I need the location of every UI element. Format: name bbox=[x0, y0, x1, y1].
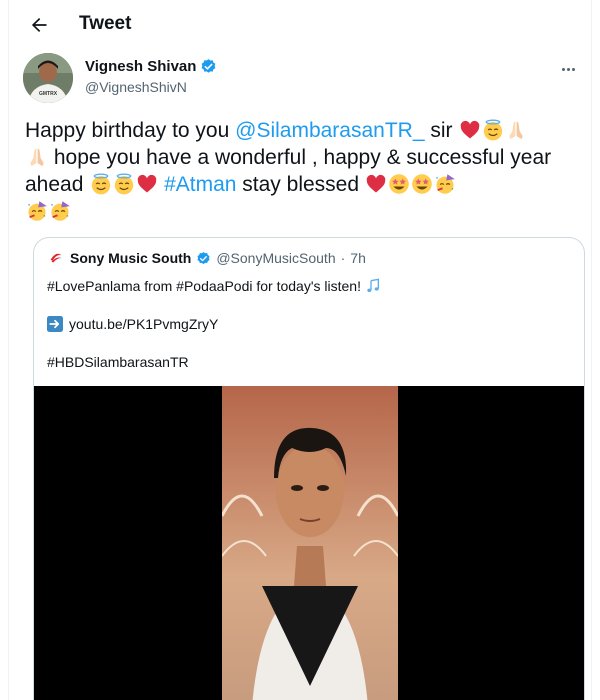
more-options-button[interactable] bbox=[553, 57, 583, 81]
avatar[interactable]: GMTRX bbox=[23, 53, 73, 103]
tweet-author: GMTRX Vignesh Shivan @VigneshShivN bbox=[23, 53, 583, 105]
red-heart-emoji-icon bbox=[367, 174, 386, 193]
user-handle[interactable]: @VigneshShivN bbox=[85, 79, 187, 95]
quoted-tweet[interactable]: Sony Music South @SonyMusicSouth · 7h #L… bbox=[33, 237, 585, 700]
page-title: Tweet bbox=[79, 13, 132, 34]
partying-face-emoji-icon bbox=[50, 201, 70, 221]
back-button[interactable] bbox=[25, 11, 53, 39]
hashtag-link[interactable]: #Atman bbox=[164, 173, 236, 196]
tweet-text: Happy birthday to you @SilambarasanTR_ s… bbox=[25, 117, 585, 225]
partying-face-emoji-icon bbox=[27, 201, 47, 221]
star-struck-emoji-icon bbox=[412, 174, 433, 194]
right-arrow-box-icon bbox=[47, 316, 63, 332]
avatar-image: GMTRX bbox=[23, 53, 73, 103]
video-still-image bbox=[222, 386, 398, 700]
red-heart-emoji-icon bbox=[137, 174, 157, 193]
quoted-text-line: #LovePanlama from #PodaaPodi for today's… bbox=[47, 278, 381, 294]
quoted-hashtag-line[interactable]: #HBDSilambarasanTR bbox=[47, 354, 189, 370]
timestamp[interactable]: 7h bbox=[350, 250, 366, 266]
arrow-left-icon bbox=[31, 18, 47, 32]
verified-badge-icon bbox=[202, 59, 216, 73]
folded-hands-emoji-icon bbox=[509, 121, 523, 140]
halo-smiling-face-emoji-icon bbox=[483, 119, 503, 141]
tweet-detail-page: Tweet GMTRX Vignesh Shivan @VigneshShivN bbox=[8, 0, 592, 700]
quoted-link[interactable]: youtu.be/PK1PvmgZryY bbox=[69, 316, 218, 332]
partying-face-emoji-icon bbox=[436, 174, 456, 194]
musical-notes-icon bbox=[367, 278, 379, 292]
quoted-tweet-header: Sony Music South @SonyMusicSouth · 7h bbox=[47, 249, 366, 267]
more-horizontal-icon bbox=[561, 67, 565, 71]
name-row: Vignesh Shivan bbox=[85, 58, 217, 75]
top-bar: Tweet bbox=[9, 0, 593, 50]
quoted-display-name[interactable]: Sony Music South bbox=[70, 250, 191, 266]
mention-link[interactable]: @SilambarasanTR_ bbox=[235, 119, 424, 142]
video-frame bbox=[222, 386, 398, 700]
folded-hands-emoji-icon bbox=[29, 148, 44, 167]
halo-smiling-face-emoji-icon bbox=[114, 173, 133, 195]
separator-dot: · bbox=[340, 250, 346, 266]
verified-badge-icon bbox=[197, 251, 210, 264]
quoted-link-line: youtu.be/PK1PvmgZryY bbox=[47, 316, 218, 332]
svg-text:GMTRX: GMTRX bbox=[39, 91, 58, 97]
star-struck-emoji-icon bbox=[389, 174, 410, 194]
halo-smiling-face-emoji-icon bbox=[91, 173, 110, 195]
red-heart-emoji-icon bbox=[460, 120, 480, 139]
display-name[interactable]: Vignesh Shivan bbox=[85, 58, 196, 75]
video-thumbnail[interactable] bbox=[34, 386, 584, 700]
sony-music-logo-icon[interactable] bbox=[47, 249, 65, 267]
quoted-handle[interactable]: @SonyMusicSouth bbox=[216, 250, 335, 266]
